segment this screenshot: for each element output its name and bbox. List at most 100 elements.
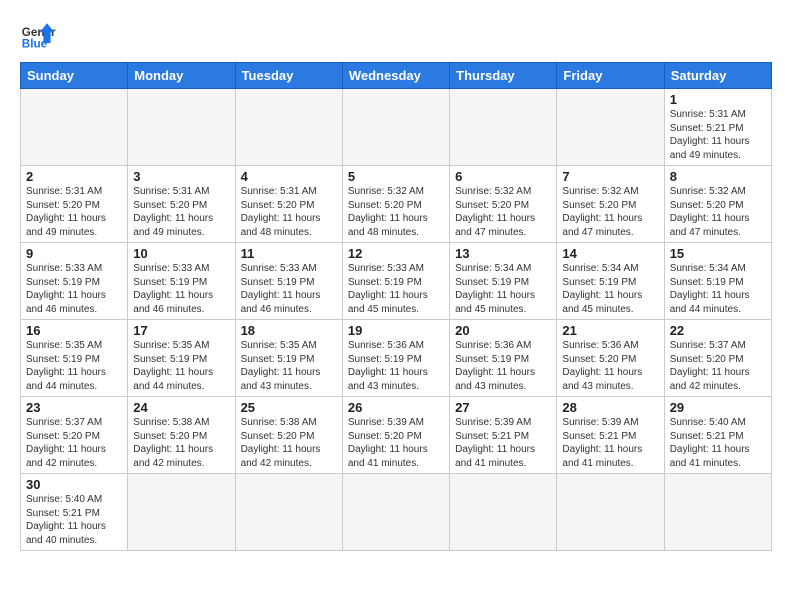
calendar-cell: 5Sunrise: 5:32 AMSunset: 5:20 PMDaylight…: [342, 166, 449, 243]
day-number: 6: [455, 169, 551, 184]
calendar-cell: 30Sunrise: 5:40 AMSunset: 5:21 PMDayligh…: [21, 474, 128, 551]
calendar-cell: 26Sunrise: 5:39 AMSunset: 5:20 PMDayligh…: [342, 397, 449, 474]
day-info: Sunrise: 5:32 AMSunset: 5:20 PMDaylight:…: [455, 185, 551, 239]
calendar-week-row: 30Sunrise: 5:40 AMSunset: 5:21 PMDayligh…: [21, 474, 772, 551]
calendar-cell: 20Sunrise: 5:36 AMSunset: 5:19 PMDayligh…: [450, 320, 557, 397]
calendar-cell: [450, 89, 557, 166]
calendar-week-row: 2 Sunrise: 5:31 AMSunset: 5:20 PMDaylight…: [21, 166, 772, 243]
day-number: 2: [26, 169, 122, 184]
day-number: 30: [26, 477, 122, 492]
day-number: 16: [26, 323, 122, 338]
day-number: 11: [241, 246, 337, 261]
calendar-cell: 9Sunrise: 5:33 AMSunset: 5:19 PMDaylight…: [21, 243, 128, 320]
logo: General Blue: [20, 16, 56, 52]
calendar-cell: 18Sunrise: 5:35 AMSunset: 5:19 PMDayligh…: [235, 320, 342, 397]
day-number: 4: [241, 169, 337, 184]
day-number: 22: [670, 323, 766, 338]
calendar-cell: 28Sunrise: 5:39 AMSunset: 5:21 PMDayligh…: [557, 397, 664, 474]
calendar-cell: 2Sunrise: 5:31 AMSunset: 5:20 PMDaylight…: [21, 166, 128, 243]
day-info: Sunrise: 5:32 AMSunset: 5:20 PMDaylight:…: [348, 185, 444, 239]
calendar-cell: 25Sunrise: 5:38 AMSunset: 5:20 PMDayligh…: [235, 397, 342, 474]
calendar-cell: 11Sunrise: 5:33 AMSunset: 5:19 PMDayligh…: [235, 243, 342, 320]
calendar-cell: 27Sunrise: 5:39 AMSunset: 5:21 PMDayligh…: [450, 397, 557, 474]
calendar-cell: 10Sunrise: 5:33 AMSunset: 5:19 PMDayligh…: [128, 243, 235, 320]
logo-icon: General Blue: [20, 16, 56, 52]
calendar-cell: 19Sunrise: 5:36 AMSunset: 5:19 PMDayligh…: [342, 320, 449, 397]
weekday-header: Sunday: [21, 63, 128, 89]
day-info: Sunrise: 5:34 AMSunset: 5:19 PMDaylight:…: [670, 262, 766, 316]
day-info: Sunrise: 5:36 AMSunset: 5:19 PMDaylight:…: [348, 339, 444, 393]
day-info: Sunrise: 5:40 AMSunset: 5:21 PMDaylight:…: [670, 416, 766, 470]
calendar-cell: [342, 474, 449, 551]
calendar-cell: [664, 474, 771, 551]
day-info: Sunrise: 5:37 AMSunset: 5:20 PMDaylight:…: [26, 416, 122, 470]
calendar-cell: 6Sunrise: 5:32 AMSunset: 5:20 PMDaylight…: [450, 166, 557, 243]
day-number: 24: [133, 400, 229, 415]
weekday-header: Monday: [128, 63, 235, 89]
day-info: Sunrise: 5:31 AMSunset: 5:20 PMDaylight:…: [241, 185, 337, 239]
day-info: Sunrise: 5:36 AMSunset: 5:20 PMDaylight:…: [562, 339, 658, 393]
calendar-cell: 23Sunrise: 5:37 AMSunset: 5:20 PMDayligh…: [21, 397, 128, 474]
day-info: Sunrise: 5:33 AMSunset: 5:19 PMDaylight:…: [26, 262, 122, 316]
day-number: 17: [133, 323, 229, 338]
day-number: 10: [133, 246, 229, 261]
calendar-week-row: 23Sunrise: 5:37 AMSunset: 5:20 PMDayligh…: [21, 397, 772, 474]
day-number: 28: [562, 400, 658, 415]
calendar-cell: 13Sunrise: 5:34 AMSunset: 5:19 PMDayligh…: [450, 243, 557, 320]
day-number: 8: [670, 169, 766, 184]
day-number: 23: [26, 400, 122, 415]
calendar-cell: 29Sunrise: 5:40 AMSunset: 5:21 PMDayligh…: [664, 397, 771, 474]
calendar-table: SundayMondayTuesdayWednesdayThursdayFrid…: [20, 62, 772, 551]
calendar-cell: 1Sunrise: 5:31 AMSunset: 5:21 PMDaylight…: [664, 89, 771, 166]
weekday-header: Thursday: [450, 63, 557, 89]
calendar-cell: 4Sunrise: 5:31 AMSunset: 5:20 PMDaylight…: [235, 166, 342, 243]
day-number: 1: [670, 92, 766, 107]
calendar-week-row: 1Sunrise: 5:31 AMSunset: 5:21 PMDaylight…: [21, 89, 772, 166]
day-info: Sunrise: 5:36 AMSunset: 5:19 PMDaylight:…: [455, 339, 551, 393]
calendar-cell: 14Sunrise: 5:34 AMSunset: 5:19 PMDayligh…: [557, 243, 664, 320]
day-number: 26: [348, 400, 444, 415]
calendar-cell: [450, 474, 557, 551]
day-number: 12: [348, 246, 444, 261]
calendar-cell: 16Sunrise: 5:35 AMSunset: 5:19 PMDayligh…: [21, 320, 128, 397]
day-info: Sunrise: 5:38 AMSunset: 5:20 PMDaylight:…: [133, 416, 229, 470]
day-number: 3: [133, 169, 229, 184]
day-info: Sunrise: 5:31 AMSunset: 5:21 PMDaylight:…: [670, 108, 766, 162]
day-number: 5: [348, 169, 444, 184]
calendar-cell: [128, 474, 235, 551]
day-info: Sunrise: 5:33 AMSunset: 5:19 PMDaylight:…: [348, 262, 444, 316]
day-info: Sunrise: 5:39 AMSunset: 5:21 PMDaylight:…: [562, 416, 658, 470]
calendar-cell: [342, 89, 449, 166]
weekday-header: Tuesday: [235, 63, 342, 89]
calendar-cell: 15Sunrise: 5:34 AMSunset: 5:19 PMDayligh…: [664, 243, 771, 320]
calendar-cell: [128, 89, 235, 166]
calendar-cell: [557, 89, 664, 166]
day-info: Sunrise: 5:33 AMSunset: 5:19 PMDaylight:…: [241, 262, 337, 316]
weekday-header: Saturday: [664, 63, 771, 89]
day-number: 20: [455, 323, 551, 338]
day-info: Sunrise: 5:32 AMSunset: 5:20 PMDaylight:…: [670, 185, 766, 239]
day-number: 18: [241, 323, 337, 338]
day-info: Sunrise: 5:34 AMSunset: 5:19 PMDaylight:…: [562, 262, 658, 316]
day-number: 15: [670, 246, 766, 261]
day-number: 7: [562, 169, 658, 184]
page-header: General Blue: [20, 16, 772, 52]
calendar-cell: 7Sunrise: 5:32 AMSunset: 5:20 PMDaylight…: [557, 166, 664, 243]
calendar-cell: 3Sunrise: 5:31 AMSunset: 5:20 PMDaylight…: [128, 166, 235, 243]
day-info: Sunrise: 5:32 AMSunset: 5:20 PMDaylight:…: [562, 185, 658, 239]
calendar-cell: [557, 474, 664, 551]
day-info: Sunrise: 5:35 AMSunset: 5:19 PMDaylight:…: [133, 339, 229, 393]
day-number: 9: [26, 246, 122, 261]
day-number: 19: [348, 323, 444, 338]
day-number: 27: [455, 400, 551, 415]
weekday-header: Wednesday: [342, 63, 449, 89]
day-info: Sunrise: 5:40 AMSunset: 5:21 PMDaylight:…: [26, 493, 122, 547]
day-info: Sunrise: 5:39 AMSunset: 5:21 PMDaylight:…: [455, 416, 551, 470]
day-number: 25: [241, 400, 337, 415]
day-info: Sunrise: 5:35 AMSunset: 5:19 PMDaylight:…: [26, 339, 122, 393]
calendar-cell: 12Sunrise: 5:33 AMSunset: 5:19 PMDayligh…: [342, 243, 449, 320]
day-info: Sunrise: 5:31 AMSunset: 5:20 PMDaylight:…: [133, 185, 229, 239]
calendar-cell: [21, 89, 128, 166]
calendar-cell: 8Sunrise: 5:32 AMSunset: 5:20 PMDaylight…: [664, 166, 771, 243]
day-info: Sunrise: 5:33 AMSunset: 5:19 PMDaylight:…: [133, 262, 229, 316]
